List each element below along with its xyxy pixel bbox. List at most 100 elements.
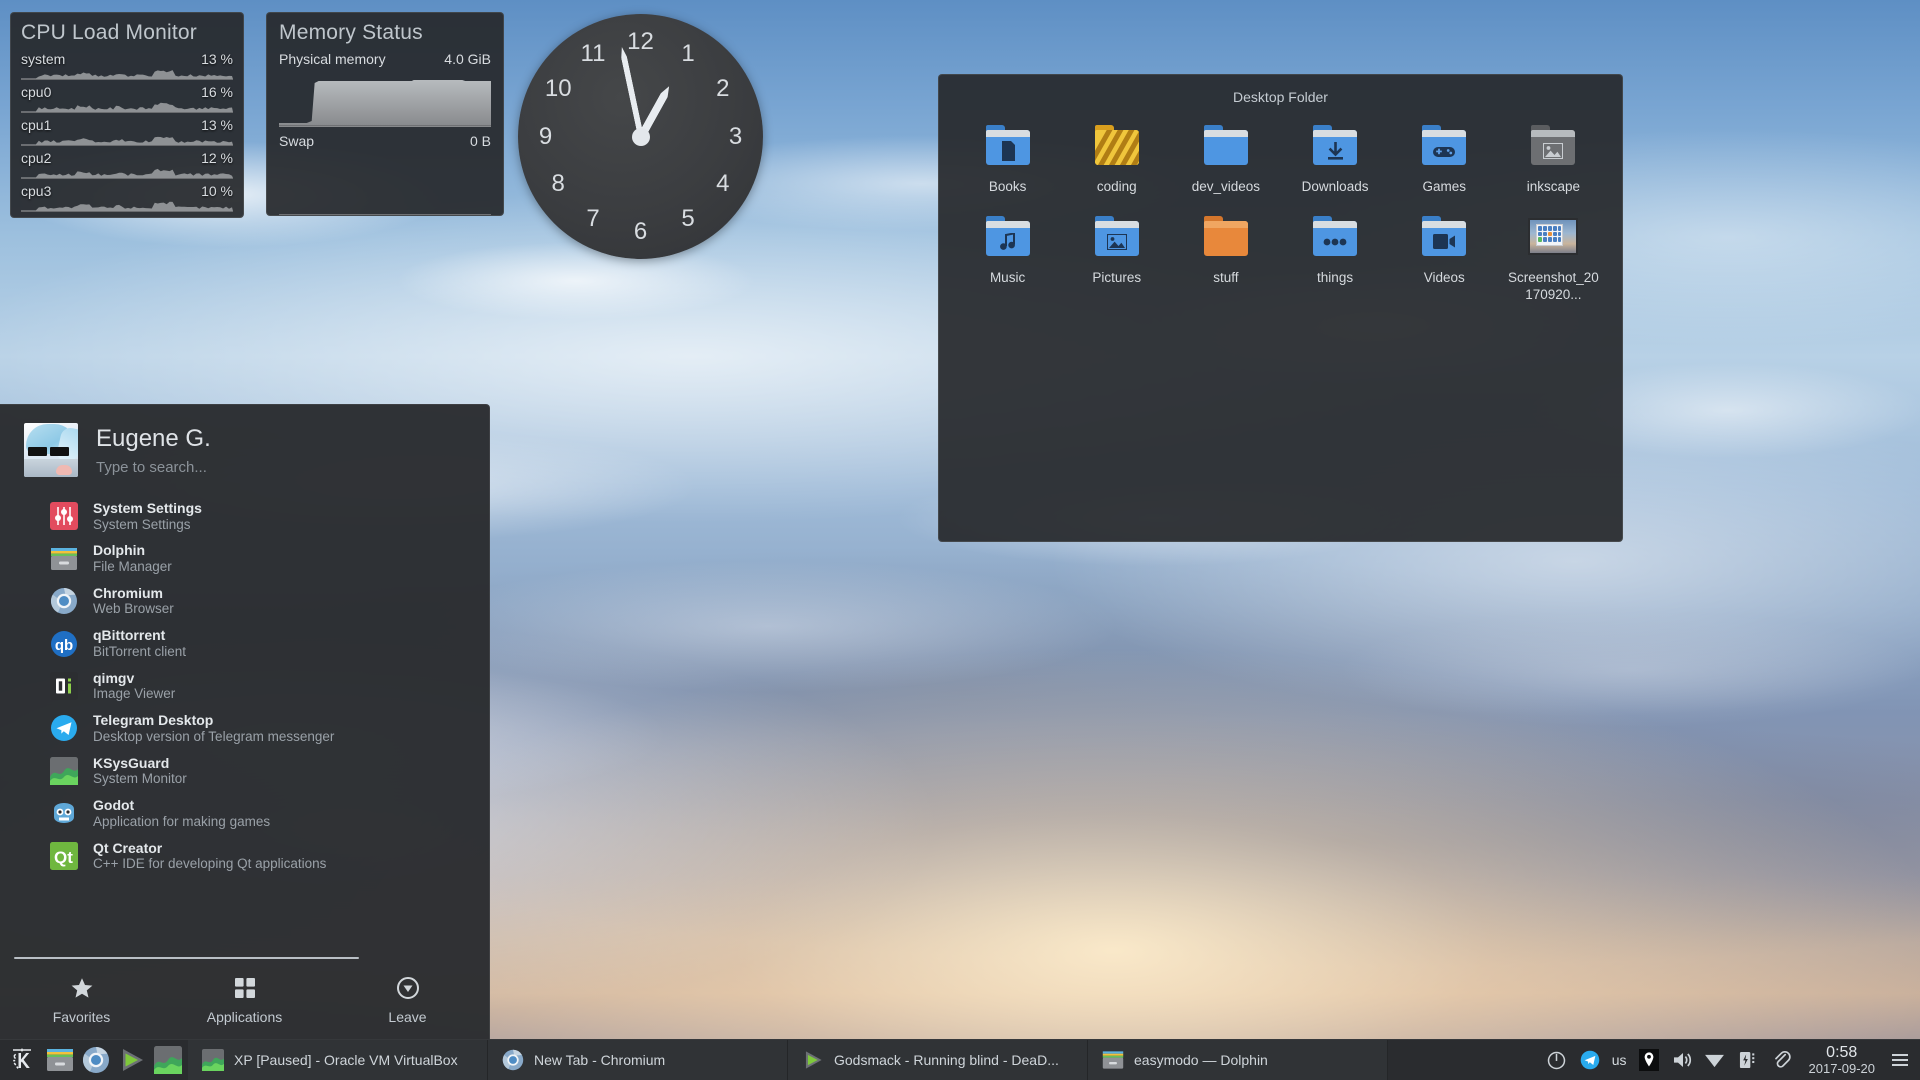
desktop-folder-item-label: Screenshot_20170920...: [1507, 269, 1599, 302]
desktop-folder-item[interactable]: things: [1280, 206, 1389, 314]
desktop-folder-item[interactable]: Games: [1390, 115, 1499, 206]
launcher-app-item[interactable]: Chromium Web Browser: [0, 580, 489, 622]
launcher-app-item[interactable]: Dolphin File Manager: [0, 537, 489, 579]
launcher-app-item[interactable]: Telegram Desktop Desktop version of Teleg…: [0, 707, 489, 749]
launcher-app-name: qBittorrent: [93, 627, 166, 644]
quick-launch-chromium-icon[interactable]: [82, 1046, 110, 1074]
launcher-tab-applications[interactable]: Applications: [185, 975, 305, 1025]
ksysguard-icon: [50, 756, 78, 785]
application-launcher-menu[interactable]: Eugene G. Type to search... System Setti…: [0, 404, 490, 1039]
qtcreator-icon: Qt: [50, 841, 78, 870]
power-circle-icon: [395, 975, 421, 1001]
avatar-sunglasses-icon: [28, 447, 74, 456]
desktop-folder-item[interactable]: Videos: [1390, 206, 1499, 314]
swap-row: Swap 0 B: [279, 133, 491, 155]
launcher-app-description: System Monitor: [93, 771, 187, 787]
avatar-hand: [56, 465, 72, 475]
desktop-folder-item[interactable]: Pictures: [1062, 206, 1171, 314]
cpu-label: cpu1: [21, 117, 52, 133]
tray-telegram-icon[interactable]: [1579, 1049, 1601, 1071]
keyboard-layout-indicator[interactable]: us: [1612, 1049, 1627, 1071]
task-button[interactable]: Godsmack - Running blind - DeaD...: [788, 1039, 1088, 1080]
clock-number: 9: [538, 122, 553, 150]
folder-orange: [1203, 215, 1248, 256]
desktop-folder-item-label: Books: [988, 179, 1027, 194]
cpu-row: system 13 %: [21, 51, 233, 82]
desktop-folder-item[interactable]: Screenshot_20170920...: [1499, 206, 1608, 314]
tray-clipboard-icon[interactable]: [1770, 1049, 1792, 1071]
ksysguard-icon: [202, 1049, 224, 1071]
kickoff-launcher-button[interactable]: [0, 1040, 44, 1080]
launcher-search-input[interactable]: Type to search...: [96, 459, 211, 476]
launcher-tab-label: Leave: [388, 1009, 427, 1025]
task-label: XP [Paused] - Oracle VM VirtualBox: [234, 1052, 458, 1068]
task-manager: XP [Paused] - Oracle VM VirtualBox New Ta…: [188, 1039, 1536, 1080]
desktop-folder-item[interactable]: Books: [953, 115, 1062, 206]
cpu-label: system: [21, 51, 66, 67]
task-button[interactable]: XP [Paused] - Oracle VM VirtualBox: [188, 1039, 488, 1080]
desktop-folder-item[interactable]: Music: [953, 206, 1062, 314]
panel-menu-button[interactable]: [1892, 1054, 1908, 1066]
desktop-folder-item-label: things: [1317, 269, 1354, 285]
launcher-app-description: Application for making games: [93, 813, 271, 829]
clock-number: 12: [627, 27, 654, 55]
task-button[interactable]: easymodo — Dolphin: [1088, 1039, 1388, 1080]
task-button[interactable]: New Tab - Chromium: [488, 1039, 788, 1080]
tray-network-icon[interactable]: [1704, 1049, 1726, 1071]
folder-gamepad: [1422, 125, 1467, 165]
tray-location-pin-icon[interactable]: [1638, 1049, 1660, 1071]
launcher-app-item[interactable]: System Settings System Settings: [0, 495, 489, 537]
screenshot-thumbnail-icon: [1528, 217, 1579, 255]
dolphin-icon: [51, 547, 77, 570]
launcher-username: Eugene G.: [96, 424, 211, 452]
digital-clock[interactable]: 0:58 2017-09-20: [1803, 1044, 1882, 1075]
desktop-folder-item[interactable]: coding: [1062, 115, 1171, 206]
launcher-app-description: C++ IDE for developing Qt applications: [93, 856, 327, 872]
desktop-folder-item[interactable]: stuff: [1171, 206, 1280, 314]
launcher-tab-favorites[interactable]: Favorites: [22, 975, 142, 1025]
desktop-folder-item[interactable]: inkscape: [1499, 115, 1608, 206]
clock-center-cap: [631, 127, 650, 146]
launcher-app-description: File Manager: [93, 558, 172, 574]
tray-battery-icon[interactable]: [1737, 1049, 1759, 1071]
quick-launch-media-player-icon[interactable]: [118, 1046, 146, 1074]
launcher-app-list: System Settings System Settings Dolphin Fil…: [0, 487, 489, 957]
godot-icon: [50, 799, 78, 827]
launcher-app-item[interactable]: Godot Application for making games: [0, 792, 489, 834]
memory-status-widget[interactable]: Memory Status Physical memory 4.0 GiB Sw…: [266, 12, 504, 216]
cpu-label: cpu3: [21, 183, 52, 199]
desktop-folder-item[interactable]: dev_videos: [1171, 115, 1280, 206]
launcher-app-item[interactable]: qb qBittorrent BitTorrent client: [0, 622, 489, 664]
chromium-icon: [502, 1049, 524, 1071]
launcher-tab-leave[interactable]: Leave: [348, 975, 468, 1025]
user-avatar[interactable]: [24, 423, 78, 477]
desktop-folder-item[interactable]: Downloads: [1280, 115, 1389, 206]
system-settings-icon: [50, 502, 78, 531]
cpu-monitor-title: CPU Load Monitor: [21, 21, 197, 44]
quick-launch-ksysguard-icon[interactable]: [154, 1046, 182, 1074]
launcher-separator: [14, 957, 359, 959]
folder-image-grey: [1531, 125, 1576, 165]
desktop-folder-item-label: Downloads: [1301, 179, 1369, 194]
ksysguard-icon: [154, 1046, 182, 1074]
dolphin-icon: [1102, 1051, 1124, 1069]
system-tray: us 0:58 2017-09-20: [1536, 1044, 1920, 1075]
desktop-folder-widget[interactable]: Desktop Folder Books coding dev_videos Down…: [938, 74, 1623, 542]
launcher-app-item[interactable]: KSysGuard System Monitor: [0, 750, 489, 792]
dolphin-icon: [1102, 1049, 1124, 1071]
launcher-app-item[interactable]: Qt Qt Creator C++ IDE for developing Qt ap…: [0, 835, 489, 877]
desktop-folder-item-label: dev_videos: [1191, 179, 1261, 194]
launcher-app-item[interactable]: qimgv Image Viewer: [0, 665, 489, 707]
tray-volume-icon[interactable]: [1671, 1049, 1693, 1071]
quick-launch-bar: [44, 1046, 188, 1074]
media-player-icon: [805, 1051, 822, 1069]
cpu-value: 16 %: [201, 84, 233, 100]
clock-number: 10: [544, 75, 572, 102]
physical-memory-value: 4.0 GiB: [444, 51, 491, 67]
folder-music: [985, 215, 1030, 256]
cpu-load-monitor-widget[interactable]: CPU Load Monitor system 13 % cpu0 16 % cpu1 1…: [10, 12, 244, 218]
tray-power-icon[interactable]: [1546, 1049, 1568, 1071]
cpu-value: 12 %: [201, 150, 233, 166]
analog-clock-widget[interactable]: 12 1 2 3 4 5 6 7 8 9 10 11: [518, 14, 763, 259]
quick-launch-dolphin-icon[interactable]: [46, 1046, 74, 1074]
